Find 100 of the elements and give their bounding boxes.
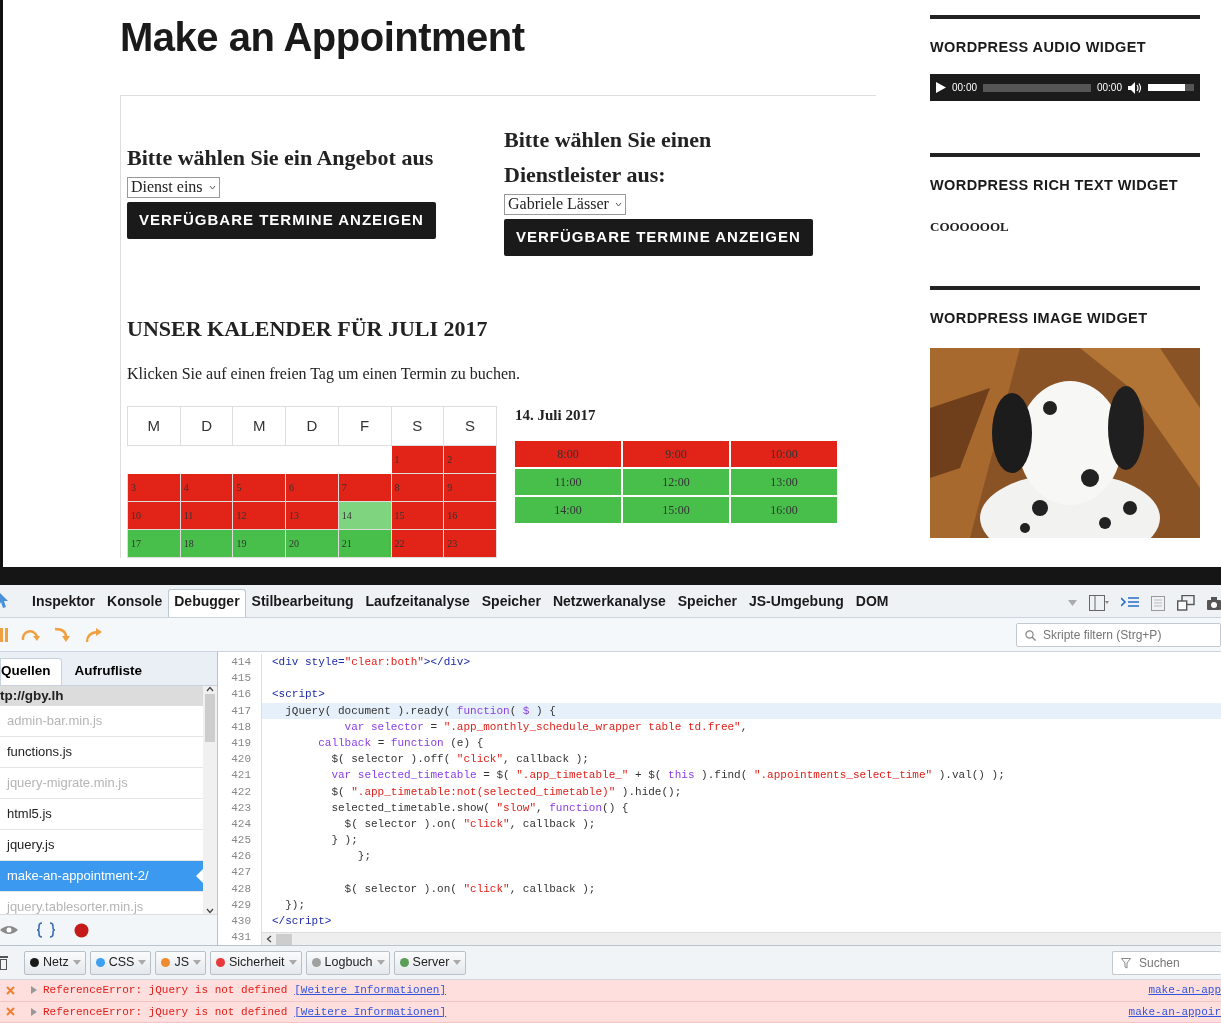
caret-icon[interactable]	[1068, 600, 1077, 606]
code-line: <script>	[271, 687, 325, 703]
devtools-tab[interactable]: Netzwerkanalyse	[546, 589, 672, 617]
source-link[interactable]: make-an-appoir	[1128, 1003, 1221, 1020]
step-arrow-icon[interactable]	[85, 626, 103, 643]
filter-button[interactable]: Netz	[24, 950, 86, 975]
camera-icon[interactable]	[1207, 596, 1221, 610]
notepad-icon[interactable]	[1151, 595, 1165, 611]
devtools-tab[interactable]: Speicher	[475, 589, 547, 617]
time-slot: 9:00	[623, 441, 729, 467]
weekday-header: D	[285, 406, 339, 446]
page-title: Make an Appointment	[120, 14, 526, 61]
caret-icon	[376, 960, 385, 965]
speaker-icon[interactable]	[1128, 81, 1142, 94]
caret-icon	[453, 960, 462, 965]
source-group[interactable]: tp://gby.lh	[0, 686, 204, 706]
code-line: });	[284, 897, 305, 913]
weekday-header: M	[127, 406, 181, 446]
braces-icon[interactable]	[36, 922, 56, 938]
section-heading: Bitte wählen Sie ein Angebot aus	[127, 144, 435, 172]
code-line: </script>	[271, 914, 332, 929]
console-icon[interactable]	[1121, 596, 1139, 610]
caret-icon	[208, 183, 216, 191]
trash-icon[interactable]	[0, 955, 8, 970]
expand-arrow-icon[interactable]	[31, 986, 37, 995]
error-message: ReferenceError: jQuery is not defined	[43, 983, 288, 998]
step-arrow-icon[interactable]	[54, 626, 72, 643]
scrollbar-thumb[interactable]	[276, 933, 292, 945]
calendar-day: 3	[127, 473, 181, 502]
code-line: $( ".app_timetable:not(selected_timetable)" ).hide();	[330, 784, 682, 800]
layout-icon[interactable]	[1089, 595, 1109, 611]
filter-button[interactable]: JS	[155, 950, 206, 975]
panel-tab[interactable]: Aufrufliste	[61, 658, 155, 685]
time-slot[interactable]: 12:00	[623, 469, 729, 495]
weekday-header: M	[232, 406, 286, 446]
code-line: var selected_timetable = $( ".app_timetable_" + $( this ).find( ".appointments_select_time" ).val() );	[330, 768, 1005, 784]
devtools-tab[interactable]: Inspektor	[26, 589, 101, 617]
time-slot[interactable]: 13:00	[731, 469, 837, 495]
weekday-header: F	[338, 406, 391, 446]
windows-icon[interactable]	[1177, 595, 1195, 611]
code-line: jQuery( document ).ready( function( $ ) {	[284, 703, 556, 719]
caret-icon	[138, 960, 147, 965]
more-info-link[interactable]: [Weitere Informationen]	[294, 982, 447, 999]
calendar-day: 10	[127, 501, 181, 530]
caret-icon	[193, 960, 201, 965]
calendar-day[interactable]: 17	[127, 529, 181, 558]
time-slot[interactable]: 11:00	[515, 469, 621, 495]
time-slot[interactable]: 14:00	[515, 497, 621, 523]
widget-title: WORDPRESS RICH TEXT WIDGET	[930, 177, 1180, 195]
current-time: 00:00	[952, 81, 978, 96]
calendar-heading: UNSER KALENDER FÜR JULI 2017	[127, 315, 489, 343]
time-slot: 8:00	[515, 441, 621, 467]
progress-track[interactable]	[983, 83, 1091, 92]
filter-button[interactable]: Logbuch	[305, 950, 390, 975]
weekday-header: S	[391, 406, 444, 446]
devtools-tab[interactable]: Stilbearbeitung	[245, 589, 360, 617]
error-icon	[6, 985, 15, 995]
devtools-tab[interactable]: JS-Umgebung	[742, 589, 850, 617]
duration: 00:00	[1096, 81, 1122, 96]
date-heading: 14. Juli 2017	[515, 406, 597, 424]
scrollbar-thumb[interactable]	[205, 694, 216, 742]
source-link[interactable]: make-an-app	[1148, 982, 1221, 999]
select-field[interactable]: Dienst eins	[127, 176, 220, 198]
more-info-link[interactable]: [Weitere Informationen]	[294, 1003, 447, 1020]
caret-icon	[288, 960, 297, 965]
volume-level[interactable]	[1148, 84, 1185, 92]
expand-arrow-icon[interactable]	[31, 1007, 37, 1016]
play-icon[interactable]	[936, 82, 946, 94]
filter-button[interactable]: CSS	[89, 950, 152, 975]
devtools-tab[interactable]: Konsole	[101, 589, 169, 617]
devtools-tab[interactable]: Debugger	[168, 589, 246, 617]
caret-icon	[266, 935, 272, 943]
time-slot[interactable]: 15:00	[623, 497, 729, 523]
show-slots-button[interactable]: VERFÜGBARE TERMINE ANZEIGEN	[504, 219, 813, 256]
devtools-tab[interactable]: DOM	[849, 589, 895, 617]
caret-icon	[206, 686, 215, 692]
time-slot[interactable]: 16:00	[731, 497, 837, 523]
code-line: $( selector ).off( "click", callback );	[330, 752, 589, 768]
weekday-header: D	[180, 406, 233, 446]
filter-button[interactable]: Sicherheit	[210, 950, 302, 975]
show-slots-button[interactable]: VERFÜGBARE TERMINE ANZEIGEN	[127, 202, 436, 239]
filter-button[interactable]: Server	[393, 950, 467, 975]
pause-icon[interactable]	[0, 627, 8, 642]
widget-text: COOOOOOL	[930, 217, 1010, 236]
calendar-hint: Klicken Sie auf einen freien Tag um einen Termin zu buchen.	[127, 364, 522, 385]
caret-icon	[614, 200, 622, 208]
select-field[interactable]: Gabriele Lässer	[504, 193, 626, 215]
scrollbar[interactable]	[262, 932, 1221, 945]
filter-field[interactable]: Skripte filtern (Strg+P)	[1016, 622, 1221, 647]
weekday-header: S	[443, 406, 497, 446]
error-icon	[6, 1007, 15, 1017]
search-field[interactable]: Suchen	[1112, 950, 1221, 975]
record-icon[interactable]	[74, 922, 89, 938]
devtools-tab[interactable]: Speicher	[671, 589, 743, 617]
code-line: callback = function (e) {	[317, 735, 484, 751]
scrollbar[interactable]	[203, 686, 217, 914]
devtools-tab[interactable]: Laufzeitanalyse	[359, 589, 476, 617]
eye-icon[interactable]	[0, 925, 18, 935]
panel-tab[interactable]: Quellen	[0, 658, 62, 685]
code-line: selected_timetable.show( "slow", function() {	[330, 800, 629, 816]
